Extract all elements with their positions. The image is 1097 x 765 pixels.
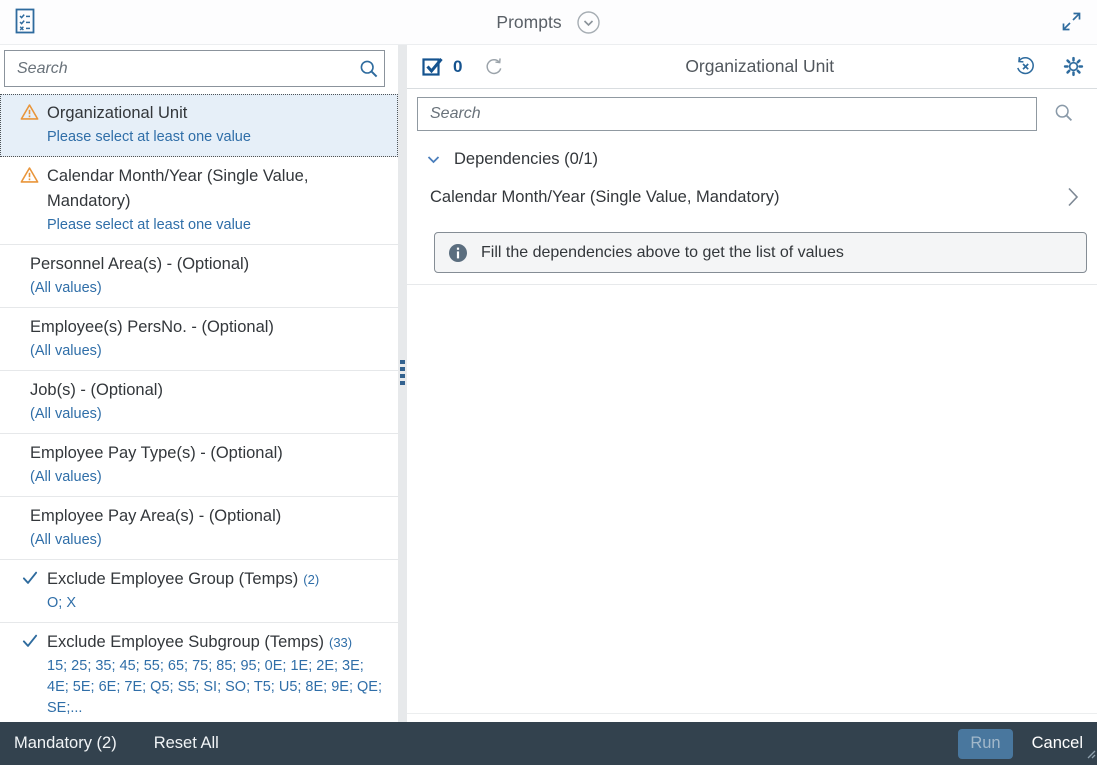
prompt-value-text: (All values) xyxy=(30,530,388,551)
chevron-down-icon xyxy=(426,152,441,167)
chevron-right-icon xyxy=(1066,186,1079,208)
check-icon xyxy=(20,569,39,587)
prompt-title: Organizational Unit xyxy=(47,101,388,126)
run-button[interactable]: Run xyxy=(958,729,1012,759)
prompt-title: Exclude Employee Group (Temps)(2) xyxy=(47,567,388,592)
search-icon[interactable] xyxy=(358,58,380,80)
prompt-list-item[interactable]: Employee Pay Area(s) - (Optional) (All v… xyxy=(0,497,398,560)
prompt-title: Job(s) - (Optional) xyxy=(30,378,388,403)
prompts-dialog: Prompts xyxy=(0,0,1097,765)
footer-bar: Mandatory (2) Reset All Run Cancel xyxy=(0,722,1097,765)
selected-count-badge: (2) xyxy=(303,572,319,587)
prompt-title: Calendar Month/Year (Single Value, Manda… xyxy=(47,164,388,214)
prompt-value-text: O; X xyxy=(47,593,388,614)
dependency-item-label: Calendar Month/Year (Single Value, Manda… xyxy=(430,188,779,207)
prompt-list-item[interactable]: Organizational Unit Please select at lea… xyxy=(0,94,398,157)
panel-splitter[interactable] xyxy=(398,45,407,722)
value-selection-panel: 0 Organizational Unit xyxy=(407,45,1097,722)
prompt-title: Exclude Employee Subgroup (Temps)(33) xyxy=(47,630,388,655)
prompt-list-panel: Organizational Unit Please select at lea… xyxy=(0,45,398,722)
value-search-row xyxy=(407,89,1097,137)
prompt-list-item[interactable]: Calendar Month/Year (Single Value, Manda… xyxy=(0,157,398,245)
info-icon xyxy=(448,243,468,263)
selected-prompt-title: Organizational Unit xyxy=(505,56,1014,77)
mandatory-filter-button[interactable]: Mandatory (2) xyxy=(14,734,117,753)
prompt-value-text: Please select at least one value xyxy=(47,127,388,148)
dependencies-label: Dependencies (0/1) xyxy=(454,150,598,169)
prompt-title: Employee(s) PersNo. - (Optional) xyxy=(30,315,388,340)
resize-grip-icon[interactable] xyxy=(1085,746,1096,764)
prompt-list-item[interactable]: Exclude Employee Subgroup (Temps)(33) 15… xyxy=(0,623,398,722)
prompt-value-text: (All values) xyxy=(30,467,388,488)
prompt-list-item[interactable]: Employee Pay Type(s) - (Optional) (All v… xyxy=(0,434,398,497)
selected-values-count: 0 xyxy=(453,57,462,77)
prompt-list-item[interactable]: Personnel Area(s) - (Optional) (All valu… xyxy=(0,245,398,308)
info-message-box: Fill the dependencies above to get the l… xyxy=(434,232,1087,273)
collapse-header-icon[interactable] xyxy=(576,10,601,35)
cancel-button[interactable]: Cancel xyxy=(1032,734,1083,753)
prompt-list-item[interactable]: Exclude Employee Group (Temps)(2) O; X xyxy=(0,560,398,623)
warning-icon xyxy=(20,166,39,184)
check-icon xyxy=(20,632,39,650)
prompt-title: Employee Pay Area(s) - (Optional) xyxy=(30,504,388,529)
value-search-icon[interactable] xyxy=(1053,102,1075,124)
prompt-value-text: (All values) xyxy=(30,404,388,425)
prompt-value-text: (All values) xyxy=(30,341,388,362)
value-toolbar: 0 Organizational Unit xyxy=(407,45,1097,89)
dependencies-section-toggle[interactable]: Dependencies (0/1) xyxy=(426,150,1097,169)
prompt-value-text: 15; 25; 35; 45; 55; 65; 75; 85; 95; 0E; … xyxy=(47,656,388,719)
title-bar: Prompts xyxy=(0,0,1097,45)
dependency-item[interactable]: Calendar Month/Year (Single Value, Manda… xyxy=(430,175,1079,219)
reset-values-icon[interactable] xyxy=(1014,55,1037,78)
expand-dialog-icon[interactable] xyxy=(1060,10,1083,33)
divider xyxy=(407,713,1097,714)
prompt-value-text: Please select at least one value xyxy=(47,215,388,236)
prompt-list-item[interactable]: Employee(s) PersNo. - (Optional) (All va… xyxy=(0,308,398,371)
prompt-list: Organizational Unit Please select at lea… xyxy=(0,94,398,722)
settings-gear-icon[interactable] xyxy=(1062,55,1085,78)
prompts-list-icon xyxy=(13,7,37,35)
value-search-input[interactable] xyxy=(417,97,1037,131)
prompt-value-text: (All values) xyxy=(30,278,388,299)
reset-all-button[interactable]: Reset All xyxy=(154,734,219,753)
splitter-drag-handle-icon[interactable] xyxy=(400,360,405,385)
prompt-title: Employee Pay Type(s) - (Optional) xyxy=(30,441,388,466)
prompt-title: Personnel Area(s) - (Optional) xyxy=(30,252,388,277)
warning-icon xyxy=(20,103,39,121)
refresh-icon[interactable] xyxy=(483,56,505,78)
info-message-text: Fill the dependencies above to get the l… xyxy=(481,244,844,262)
prompt-search-input[interactable] xyxy=(4,50,385,87)
dialog-title: Prompts xyxy=(496,12,561,33)
divider xyxy=(407,284,1097,285)
selected-count-badge: (33) xyxy=(329,635,352,650)
prompt-list-item[interactable]: Job(s) - (Optional) (All values) xyxy=(0,371,398,434)
selected-values-checkbox-icon[interactable] xyxy=(421,55,444,78)
